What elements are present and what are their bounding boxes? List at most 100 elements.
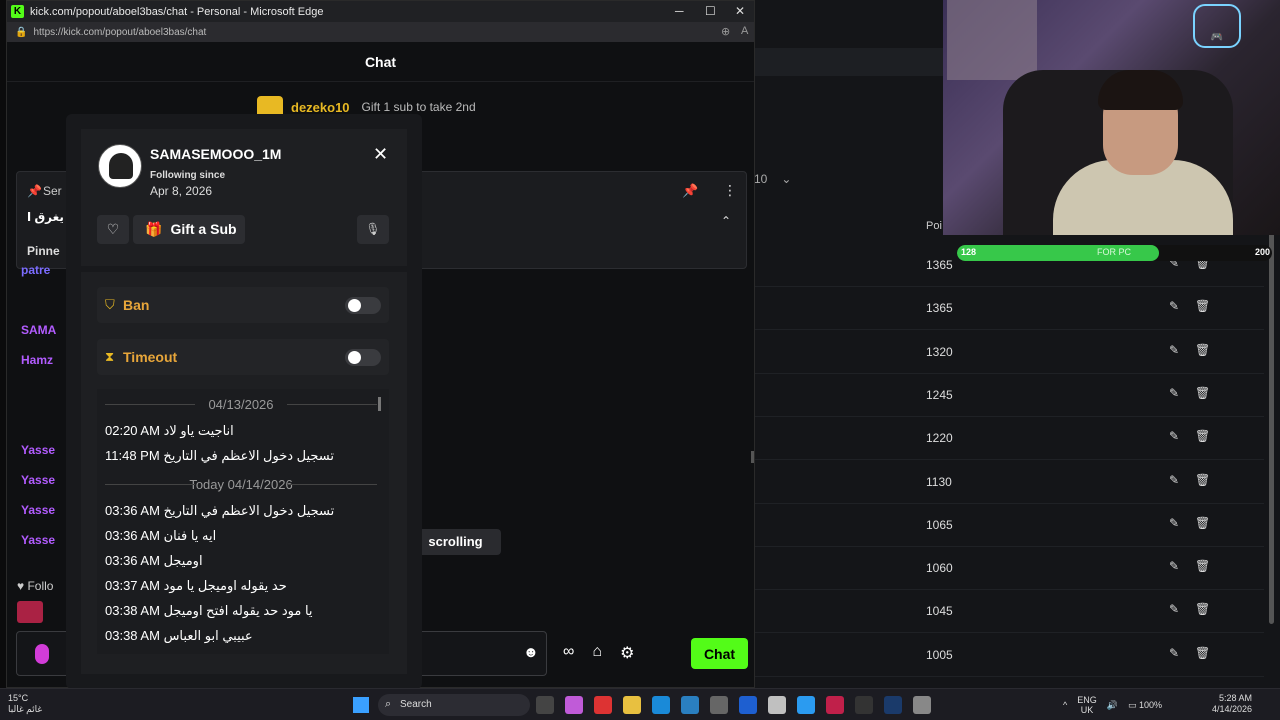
trash-icon[interactable]: 🗑	[1195, 429, 1210, 443]
pencil-icon[interactable]: ✎	[1169, 343, 1179, 357]
steam-icon[interactable]	[884, 696, 902, 714]
url-text: https://kick.com/popout/aboel3bas/chat	[33, 26, 207, 38]
trash-icon[interactable]: 🗑	[1195, 473, 1210, 487]
vscode-icon[interactable]	[797, 696, 815, 714]
follow-heart-button[interactable]: ♡	[97, 215, 129, 244]
app-icon[interactable]	[710, 696, 728, 714]
page-size-dropdown[interactable]: 10 ⌄	[754, 168, 794, 192]
trash-icon[interactable]: 🗑	[1195, 646, 1210, 660]
message-time: 03:37 AM	[105, 578, 160, 593]
channel-points-icon[interactable]: ∞	[563, 643, 574, 663]
folder-icon[interactable]	[623, 696, 641, 714]
settings-icon[interactable]	[913, 696, 931, 714]
paused-scrolling-button[interactable]: scrolling	[410, 529, 501, 555]
trash-icon[interactable]: 🗑	[1195, 343, 1210, 357]
history-message: 03:38 AM عبيبي ابو العباس	[105, 628, 253, 644]
app-icon[interactable]	[768, 696, 786, 714]
points-value: 1365	[926, 301, 953, 316]
ban-label: Ban	[123, 297, 150, 313]
modal-divider	[81, 266, 407, 272]
trash-icon[interactable]: 🗑	[1195, 299, 1210, 313]
pencil-icon[interactable]: ✎	[1169, 299, 1179, 313]
maximize-icon[interactable]: ☐	[705, 4, 716, 18]
message-time: 03:36 AM	[105, 503, 160, 518]
window-scrollbar[interactable]	[751, 451, 754, 463]
chat-line[interactable]: Yasse	[21, 503, 56, 533]
weather-widget[interactable]: 15°C غائم غالبا	[8, 693, 42, 715]
app-icon[interactable]	[681, 696, 699, 714]
trash-icon[interactable]: 🗑	[1195, 386, 1210, 400]
pencil-icon[interactable]: ✎	[1169, 429, 1179, 443]
store-icon[interactable]: ⌂	[592, 643, 602, 663]
pencil-icon[interactable]: ✎	[1169, 646, 1179, 660]
trash-icon[interactable]: 🗑	[1195, 516, 1210, 530]
battery-icon[interactable]: ▭ 100%	[1128, 700, 1162, 711]
timeout-toggle[interactable]	[345, 349, 381, 366]
chat-line[interactable]: Yasse	[21, 473, 56, 503]
zoom-icon[interactable]: ⊕	[721, 25, 730, 38]
close-icon[interactable]: ✕	[373, 144, 388, 165]
read-aloud-icon[interactable]: A	[741, 25, 748, 37]
app-icon[interactable]	[565, 696, 583, 714]
chat-line[interactable]: patre	[21, 263, 56, 293]
trash-icon[interactable]: 🗑	[1195, 559, 1210, 573]
close-window-icon[interactable]: ✕	[735, 4, 745, 18]
pencil-icon[interactable]: ✎	[1169, 473, 1179, 487]
trash-icon[interactable]: 🗑	[1195, 602, 1210, 616]
gift-sub-button[interactable]: 🎁 Gift a Sub	[133, 215, 245, 244]
mute-user-button[interactable]: 🎙	[357, 215, 389, 244]
chevron-up-icon[interactable]: ^	[1063, 700, 1067, 710]
emote-avatar	[17, 601, 43, 623]
edge-icon[interactable]	[652, 696, 670, 714]
chat-message-list: patre SAMA Hamz Yasse Yasse Yasse Yasse	[21, 263, 56, 563]
table-row: 1045 ✎ 🗑	[754, 590, 1264, 634]
pencil-icon[interactable]: ✎	[1169, 516, 1179, 530]
chat-line[interactable]: Yasse	[21, 533, 56, 563]
taskbar-search[interactable]: ⌕ Search	[378, 694, 530, 716]
send-chat-button[interactable]: Chat	[691, 638, 748, 669]
volume-icon[interactable]: 🔊	[1107, 700, 1118, 711]
pencil-icon[interactable]: ✎	[1169, 602, 1179, 616]
app-icon[interactable]	[739, 696, 757, 714]
chat-line[interactable]	[21, 383, 56, 413]
emoji-icon[interactable]: ☻	[523, 644, 539, 661]
shield-icon: ⛉	[105, 297, 115, 312]
minimize-icon[interactable]: ─	[675, 4, 684, 18]
lang-indicator[interactable]: ENG UK	[1077, 695, 1097, 715]
chat-line[interactable]	[21, 293, 56, 323]
chat-line[interactable]: Yasse	[21, 443, 56, 473]
mic-icon[interactable]	[35, 644, 49, 664]
chat-line[interactable]: SAMA	[21, 323, 56, 353]
lang-text: ENG	[1077, 695, 1097, 705]
app-icon[interactable]	[594, 696, 612, 714]
gift-cta[interactable]: Gift 1 sub to take 2nd	[362, 100, 476, 114]
streamer-hair	[1098, 70, 1183, 110]
message-history[interactable]: 04/13/2026 02:20 AM اناجيت ياو لاد 11:48 P…	[97, 389, 389, 654]
points-value: 1365	[926, 258, 953, 272]
hourglass-icon: ⧗	[105, 349, 115, 364]
clock[interactable]: 5:28 AM 4/14/2026	[1212, 693, 1252, 715]
ban-toggle[interactable]	[345, 297, 381, 314]
pencil-icon[interactable]: ✎	[1169, 559, 1179, 573]
app-icon[interactable]	[855, 696, 873, 714]
unpin-icon[interactable]: 📌	[682, 183, 698, 199]
chevron-up-icon[interactable]: ⌃	[721, 214, 731, 228]
address-bar[interactable]: 🔒 https://kick.com/popout/aboel3bas/chat…	[7, 22, 754, 42]
chat-header: Chat	[7, 42, 754, 82]
background-scrollbar[interactable]	[1269, 232, 1274, 624]
chat-toolbar: ∞ ⌂ ⚙	[563, 643, 634, 663]
history-scrollbar[interactable]	[378, 397, 381, 411]
message-text: حد يقوله اوميجل يا مود	[163, 578, 287, 593]
more-options-icon[interactable]: ⋮	[723, 182, 737, 199]
top-gifter-name[interactable]: dezeko10	[291, 100, 350, 115]
app-icon[interactable]	[826, 696, 844, 714]
gear-icon[interactable]: ⚙	[620, 643, 634, 663]
pencil-icon[interactable]: ✎	[1169, 386, 1179, 400]
chat-line[interactable]: Hamz	[21, 353, 56, 383]
start-icon[interactable]	[353, 697, 369, 713]
message-time: 03:38 AM	[105, 603, 160, 618]
app-icon[interactable]	[536, 696, 554, 714]
points-value: 1245	[926, 387, 953, 402]
gift-icon: 🎁	[145, 221, 163, 237]
chat-line[interactable]	[21, 413, 56, 443]
